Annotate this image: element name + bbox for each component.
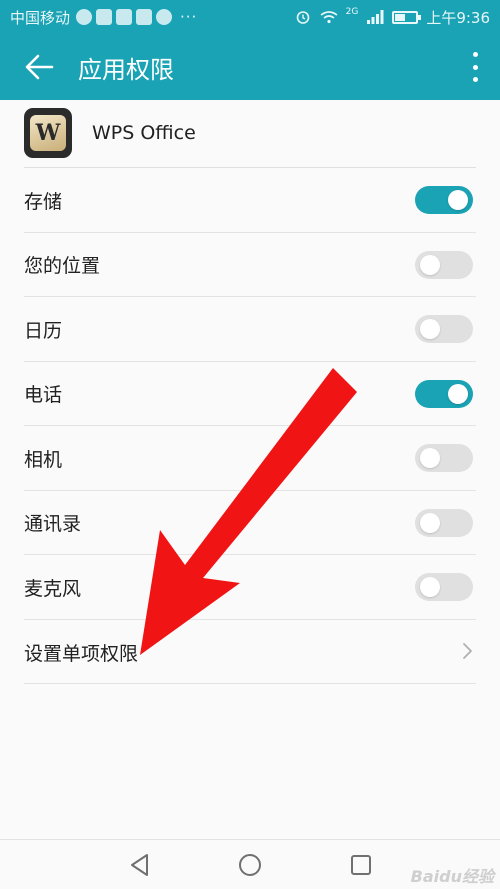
- toggle-knob: [420, 319, 440, 340]
- permission-label: 您的位置: [24, 255, 101, 278]
- toggle-knob: [420, 448, 440, 469]
- notification-app-icon: [156, 9, 173, 25]
- clock: 上午9:36: [426, 8, 490, 27]
- alarm-icon: [296, 11, 309, 24]
- phone-toggle[interactable]: [415, 379, 473, 408]
- chevron-right-icon: [463, 643, 472, 659]
- app-bar: 应用权限: [0, 34, 500, 100]
- nav-home-icon[interactable]: [237, 852, 263, 878]
- toggle-knob: [448, 383, 468, 404]
- toggle-knob: [420, 512, 440, 533]
- camera-toggle[interactable]: [415, 444, 473, 473]
- toggle-knob: [448, 190, 468, 211]
- back-arrow-icon: [25, 54, 54, 80]
- toggle-knob: [420, 254, 440, 275]
- toggle-knob: [420, 577, 440, 598]
- permission-row-phone[interactable]: 电话: [0, 362, 500, 427]
- notification-icons: [76, 9, 173, 25]
- more-options-icon[interactable]: [470, 52, 480, 82]
- permission-label: 存储: [24, 190, 63, 213]
- permission-label: 日历: [24, 319, 63, 342]
- notification-app-icon: [136, 9, 153, 25]
- app-icon-letter: W: [35, 120, 61, 146]
- battery-level: [395, 13, 406, 21]
- network-type-label: 2G: [345, 7, 359, 17]
- contacts-toggle[interactable]: [415, 508, 473, 537]
- permission-label: 通讯录: [24, 513, 82, 536]
- permission-label: 麦克风: [24, 577, 82, 600]
- app-header: W WPS Office: [0, 100, 500, 168]
- set-individual-permissions-item[interactable]: 设置单项权限: [0, 619, 500, 684]
- permission-row-storage[interactable]: 存储: [0, 168, 500, 233]
- nav-recents-icon[interactable]: [348, 852, 374, 878]
- calendar-toggle[interactable]: [415, 315, 473, 344]
- permission-row-contacts[interactable]: 通讯录: [0, 491, 500, 556]
- more-notifications-indicator: ···: [180, 8, 198, 26]
- permission-row-location[interactable]: 您的位置: [0, 233, 500, 298]
- navigation-bar: Baidu经验: [0, 839, 500, 889]
- notification-app-icon: [76, 9, 93, 25]
- permission-row-microphone[interactable]: 麦克风: [0, 555, 500, 620]
- carrier-label: 中国移动: [10, 8, 71, 27]
- storage-toggle[interactable]: [415, 186, 473, 215]
- location-toggle[interactable]: [415, 250, 473, 279]
- app-name: WPS Office: [92, 122, 196, 144]
- notification-app-icon: [96, 9, 113, 25]
- microphone-toggle[interactable]: [415, 573, 473, 602]
- status-bar: 中国移动 ··· 2G 上午9:36: [0, 0, 500, 34]
- wifi-icon: [320, 11, 338, 24]
- permission-label: 电话: [24, 384, 63, 407]
- notification-app-icon: [116, 9, 133, 25]
- permission-list: 存储 您的位置 日历 电话 相机 通讯录 麦克风: [0, 168, 500, 620]
- permission-row-calendar[interactable]: 日历: [0, 297, 500, 362]
- battery-icon: [392, 10, 422, 24]
- watermark: Baidu经验: [410, 867, 494, 886]
- back-button[interactable]: [0, 34, 78, 100]
- permission-row-camera[interactable]: 相机: [0, 426, 500, 491]
- wps-office-app-icon: W: [24, 108, 72, 158]
- page-title: 应用权限: [78, 55, 174, 84]
- set-individual-permissions-label: 设置单项权限: [24, 643, 139, 665]
- signal-icon: [367, 10, 384, 24]
- nav-back-icon[interactable]: [127, 852, 153, 878]
- permission-label: 相机: [24, 448, 63, 471]
